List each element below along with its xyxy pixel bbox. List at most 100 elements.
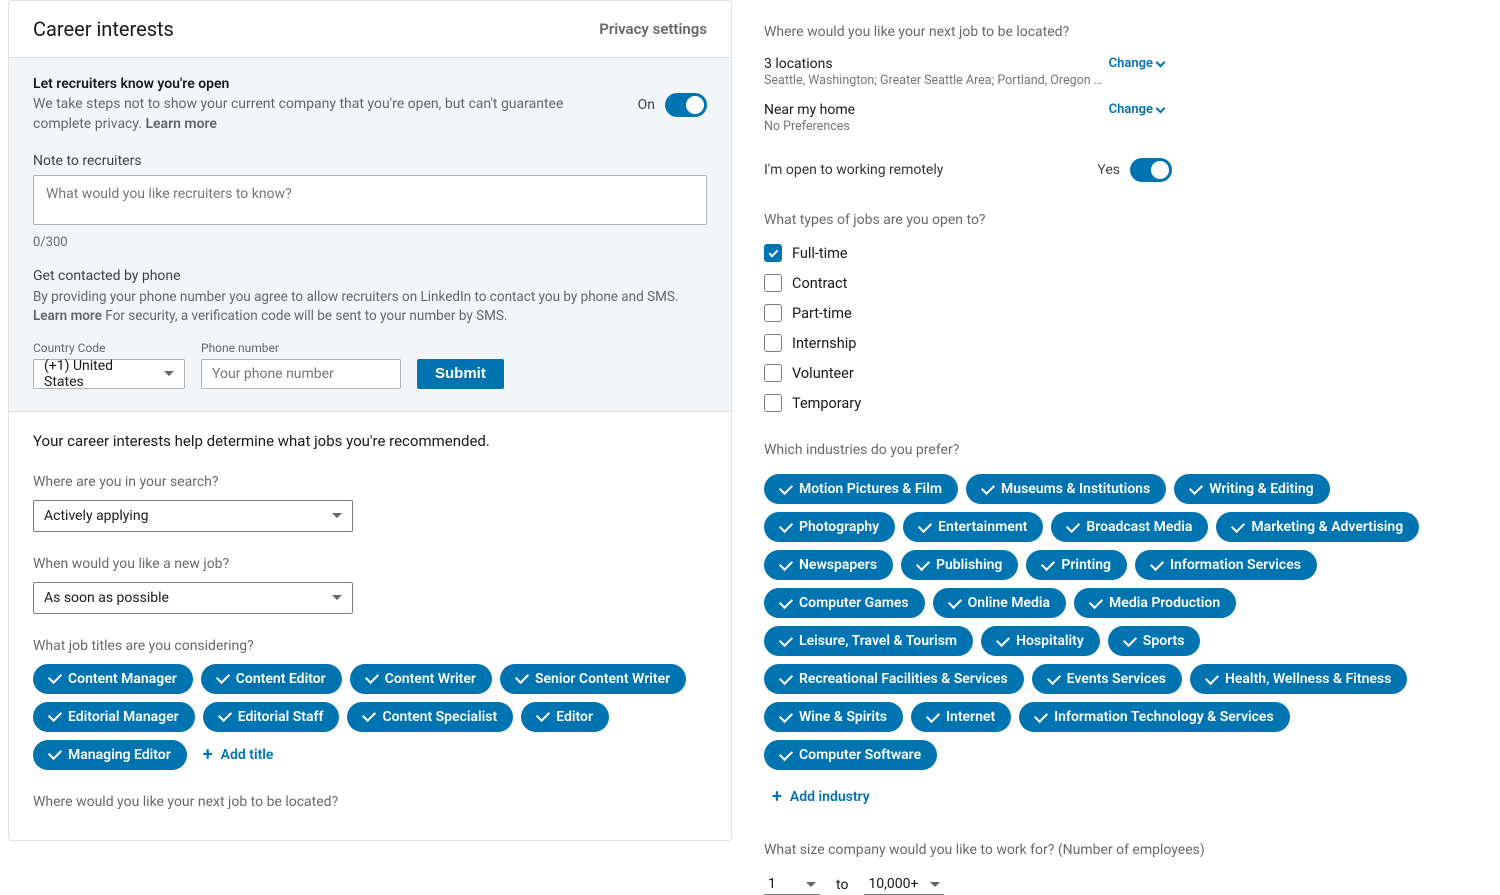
locations-change-link[interactable]: Change [1109,56,1164,71]
industry-pill[interactable]: Sports [1108,626,1201,656]
privacy-settings-link[interactable]: Privacy settings [599,20,707,38]
job-type-option[interactable]: Full-time [764,244,1468,262]
phone-number-label: Phone number [201,341,401,355]
check-icon [1150,556,1164,570]
job-types-question: What types of jobs are you open to? [764,212,1468,228]
check-icon [779,480,793,494]
job-type-label: Temporary [792,395,861,412]
checkbox[interactable] [764,244,782,262]
job-type-option[interactable]: Temporary [764,394,1468,412]
job-title-pill[interactable]: Managing Editor [33,740,187,770]
industry-pill[interactable]: Marketing & Advertising [1216,512,1419,542]
check-icon [515,670,529,684]
industries-row: Motion Pictures & Film Museums & Institut… [764,474,1444,770]
check-icon [981,480,995,494]
open-learn-more-link[interactable]: Learn more [145,116,216,132]
note-char-count: 0/300 [33,235,707,250]
industry-pill[interactable]: Publishing [901,550,1018,580]
job-type-option[interactable]: Internship [764,334,1468,352]
job-title-pill[interactable]: Content Specialist [347,702,513,732]
industry-pill[interactable]: Internet [911,702,1011,732]
industry-pill[interactable]: Printing [1026,550,1127,580]
locations-sub: Seattle, Washington; Greater Seattle Are… [764,73,1104,88]
job-type-option[interactable]: Contract [764,274,1468,292]
chevron-down-icon [332,513,342,518]
company-size-to-select[interactable]: 10,000+ [864,874,944,895]
job-type-option[interactable]: Part-time [764,304,1468,322]
industry-pill[interactable]: Recreational Facilities & Services [764,664,1024,694]
check-icon [362,708,376,722]
checkbox[interactable] [764,304,782,322]
industry-pill[interactable]: Photography [764,512,895,542]
check-icon [1123,632,1137,646]
industry-pill[interactable]: Health, Wellness & Fitness [1190,664,1407,694]
job-title-pill[interactable]: Content Writer [350,664,492,694]
checkbox[interactable] [764,274,782,292]
check-icon [926,708,940,722]
check-icon [1231,518,1245,532]
note-to-recruiters-input[interactable] [33,175,707,225]
industry-pill[interactable]: Newspapers [764,550,893,580]
job-type-option[interactable]: Volunteer [764,364,1468,382]
check-icon [779,746,793,760]
open-toggle[interactable] [665,93,707,117]
job-title-pill[interactable]: Editorial Staff [203,702,340,732]
add-title-link[interactable]: +Add title [195,740,282,770]
industry-pill[interactable]: Museums & Institutions [966,474,1166,504]
industry-pill[interactable]: Leisure, Travel & Tourism [764,626,973,656]
check-icon [779,556,793,570]
phone-number-input[interactable] [212,366,390,382]
job-title-pill[interactable]: Content Manager [33,664,193,694]
industry-pill[interactable]: Hospitality [981,626,1100,656]
industry-pill[interactable]: Information Services [1135,550,1317,580]
industry-pill[interactable]: Wine & Spirits [764,702,903,732]
phone-learn-more-link[interactable]: Learn more [33,308,102,324]
checkbox[interactable] [764,394,782,412]
search-status-select[interactable]: Actively applying [33,500,353,532]
industry-pill[interactable]: Events Services [1032,664,1182,694]
job-title-pill[interactable]: Editorial Manager [33,702,195,732]
check-icon [996,632,1010,646]
checkbox[interactable] [764,334,782,352]
chevron-down-icon [332,595,342,600]
checkbox[interactable] [764,364,782,382]
industry-pill[interactable]: Information Technology & Services [1019,702,1290,732]
company-size-from-select[interactable]: 1 [764,874,820,895]
chevron-down-icon [164,371,174,376]
industry-pill[interactable]: Broadcast Media [1051,512,1208,542]
job-type-label: Contract [792,275,847,292]
when-new-job-select[interactable]: As soon as possible [33,582,353,614]
submit-phone-button[interactable]: Submit [417,359,504,389]
check-icon [918,518,932,532]
job-title-pill[interactable]: Editor [521,702,609,732]
industry-pill[interactable]: Computer Games [764,588,925,618]
remote-toggle[interactable] [1130,158,1172,182]
check-icon [779,708,793,722]
job-type-label: Volunteer [792,365,854,382]
industry-pill[interactable]: Motion Pictures & Film [764,474,958,504]
job-type-label: Full-time [792,245,848,262]
industry-pill[interactable]: Computer Software [764,740,937,770]
check-icon [1205,670,1219,684]
near-home-sub: No Preferences [764,119,855,134]
job-type-label: Internship [792,335,856,352]
check-icon [916,556,930,570]
job-title-pill[interactable]: Senior Content Writer [500,664,686,694]
industry-pill[interactable]: Online Media [933,588,1066,618]
chevron-down-icon [1156,104,1166,114]
card-title: Career interests [33,17,174,41]
near-home-change-link[interactable]: Change [1109,102,1164,117]
job-title-pill[interactable]: Content Editor [201,664,342,694]
country-code-select[interactable]: (+1) United States [33,359,185,389]
check-icon [48,670,62,684]
size-to-label: to [836,877,848,893]
check-icon [779,594,793,608]
open-subtitle: We take steps not to show your current c… [33,94,593,135]
near-home-title: Near my home [764,102,855,118]
industry-pill[interactable]: Writing & Editing [1174,474,1329,504]
check-icon [48,746,62,760]
add-industry-link[interactable]: + Add industry [764,782,878,812]
industry-pill[interactable]: Entertainment [903,512,1043,542]
industry-pill[interactable]: Media Production [1074,588,1236,618]
check-icon [1066,518,1080,532]
